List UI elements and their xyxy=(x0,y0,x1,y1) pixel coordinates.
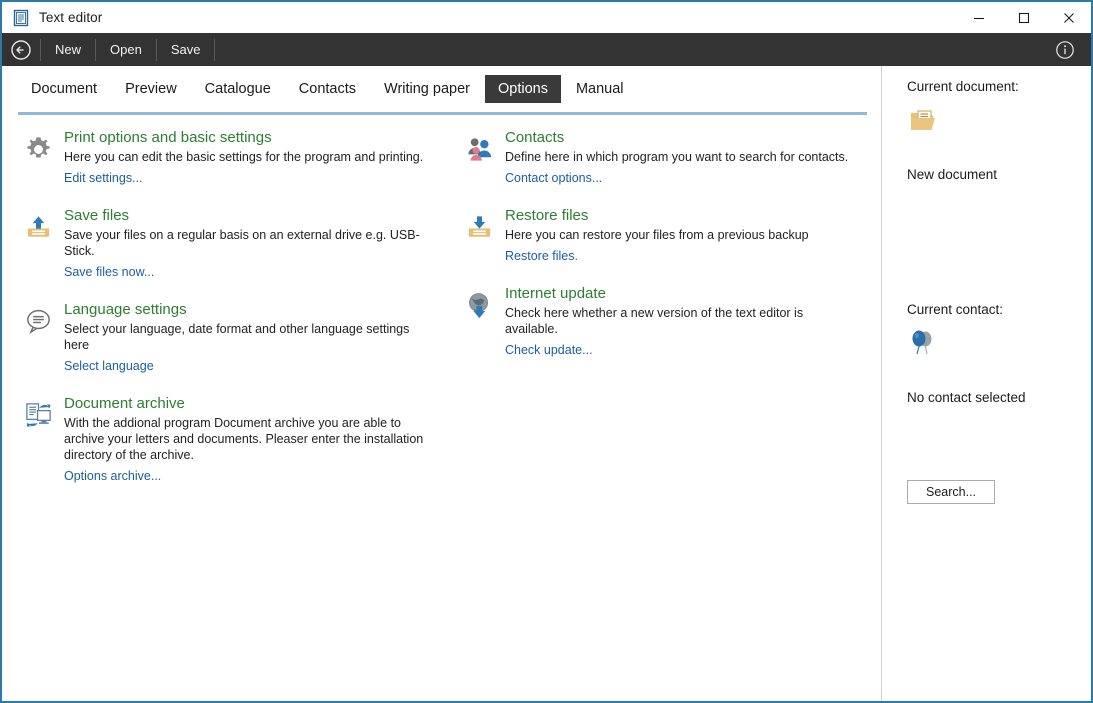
option-description: Select your language, date format and ot… xyxy=(64,321,430,353)
gear-icon xyxy=(18,129,58,187)
window-title: Text editor xyxy=(39,10,102,25)
tab-preview[interactable]: Preview xyxy=(112,75,190,103)
toolbar-button-open[interactable]: Open xyxy=(96,33,156,66)
option-link-options-archive[interactable]: Options archive... xyxy=(64,469,161,483)
option-card-restore-files[interactable]: Restore files Here you can restore your … xyxy=(459,207,859,265)
tab-bar: Document Preview Catalogue Contacts Writ… xyxy=(2,66,881,112)
option-title[interactable]: Internet update xyxy=(505,285,606,302)
options-left-column: Print options and basic settings Here yo… xyxy=(18,129,430,505)
application-window: Text editor New Open Save xyxy=(0,0,1093,703)
contacts-people-icon xyxy=(459,129,499,187)
toolbar-button-new[interactable]: New xyxy=(41,33,95,66)
toolbar-separator xyxy=(214,39,215,61)
current-document-label: Current document: xyxy=(907,79,1019,94)
document-icon xyxy=(12,9,30,27)
option-description: Here you can edit the basic settings for… xyxy=(64,149,430,165)
option-link-check-update[interactable]: Check update... xyxy=(505,343,593,357)
option-card-body: Language settings Select your language, … xyxy=(58,301,430,375)
title-bar: Text editor xyxy=(2,2,1091,33)
search-button[interactable]: Search... xyxy=(907,480,995,504)
tab-catalogue[interactable]: Catalogue xyxy=(192,75,284,103)
option-description: Save your files on a regular basis on an… xyxy=(64,227,430,259)
option-description: Here you can restore your files from a p… xyxy=(505,227,859,243)
option-link-save-files-now[interactable]: Save files now... xyxy=(64,265,154,279)
save-files-icon xyxy=(18,207,58,281)
maximize-icon[interactable] xyxy=(1001,2,1046,33)
toolbar-button-save[interactable]: Save xyxy=(157,33,215,66)
option-card-internet-update[interactable]: Internet update Check here whether a new… xyxy=(459,285,859,359)
option-title[interactable]: Print options and basic settings xyxy=(64,129,272,146)
option-card-body: Document archive With the addional progr… xyxy=(58,395,430,485)
tab-manual[interactable]: Manual xyxy=(563,75,637,103)
option-card-body: Save files Save your files on a regular … xyxy=(58,207,430,281)
option-card-contacts[interactable]: Contacts Define here in which program yo… xyxy=(459,129,859,187)
info-circle-icon[interactable] xyxy=(1048,33,1081,66)
toolbar: New Open Save xyxy=(2,33,1091,66)
window-controls xyxy=(956,2,1091,33)
option-description: With the addional program Document archi… xyxy=(64,415,430,463)
restore-files-icon xyxy=(459,207,499,265)
option-card-body: Contacts Define here in which program yo… xyxy=(499,129,859,187)
close-icon[interactable] xyxy=(1046,2,1091,33)
window-body: Document Preview Catalogue Contacts Writ… xyxy=(2,66,1091,701)
main-pane: Document Preview Catalogue Contacts Writ… xyxy=(2,66,881,701)
tab-options[interactable]: Options xyxy=(485,75,561,103)
current-contact-value: No contact selected xyxy=(907,390,1026,405)
option-card-body: Print options and basic settings Here yo… xyxy=(58,129,430,187)
option-link-contact-options[interactable]: Contact options... xyxy=(505,171,602,185)
current-contact-label: Current contact: xyxy=(907,302,1003,317)
option-title[interactable]: Document archive xyxy=(64,395,185,412)
tab-writing-paper[interactable]: Writing paper xyxy=(371,75,483,103)
balloons-icon xyxy=(907,328,937,363)
document-archive-icon xyxy=(18,395,58,485)
current-document-value: New document xyxy=(907,167,997,182)
internet-update-globe-icon xyxy=(459,285,499,359)
minimize-icon[interactable] xyxy=(956,2,1001,33)
option-card-document-archive[interactable]: Document archive With the addional progr… xyxy=(18,395,430,485)
option-card-save-files[interactable]: Save files Save your files on a regular … xyxy=(18,207,430,281)
option-description: Check here whether a new version of the … xyxy=(505,305,859,337)
side-pane: Current document: New document Current c… xyxy=(881,66,1091,701)
option-title[interactable]: Save files xyxy=(64,207,129,224)
option-link-restore-files[interactable]: Restore files. xyxy=(505,249,578,263)
speech-bubble-icon xyxy=(18,301,58,375)
options-right-column: Contacts Define here in which program yo… xyxy=(459,129,859,379)
tab-contacts[interactable]: Contacts xyxy=(286,75,369,103)
option-title[interactable]: Restore files xyxy=(505,207,588,224)
option-card-language-settings[interactable]: Language settings Select your language, … xyxy=(18,301,430,375)
back-arrow-circle-icon[interactable] xyxy=(2,33,40,66)
tab-document[interactable]: Document xyxy=(18,75,110,103)
options-grid: Print options and basic settings Here yo… xyxy=(2,115,881,129)
option-title[interactable]: Language settings xyxy=(64,301,187,318)
option-description: Define here in which program you want to… xyxy=(505,149,859,165)
open-folder-document-icon xyxy=(907,106,939,143)
option-link-select-language[interactable]: Select language xyxy=(64,359,154,373)
option-link-edit-settings[interactable]: Edit settings... xyxy=(64,171,143,185)
option-card-body: Internet update Check here whether a new… xyxy=(499,285,859,359)
option-card-print-options[interactable]: Print options and basic settings Here yo… xyxy=(18,129,430,187)
option-card-body: Restore files Here you can restore your … xyxy=(499,207,859,265)
option-title[interactable]: Contacts xyxy=(505,129,564,146)
